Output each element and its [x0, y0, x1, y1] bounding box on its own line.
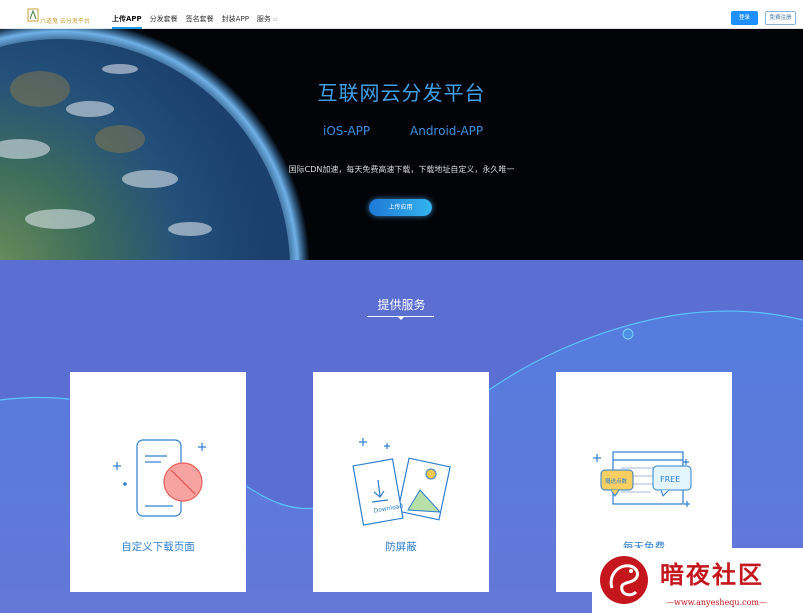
anti-block-icon: Download: [352, 438, 451, 526]
watermark: 暗夜社区 —www.anyeshequ.com—: [592, 548, 803, 613]
nav-item-distribution-plans[interactable]: 分发套餐: [150, 14, 178, 28]
daily-free-icon: 赠送点数 FREE: [593, 451, 692, 507]
login-button[interactable]: 登录: [731, 11, 758, 25]
custom-page-icon: [113, 439, 206, 517]
nav-item-services-label: 服务: [256, 15, 271, 23]
watermark-text: 暗夜社区: [660, 560, 764, 589]
services-title: 提供服务: [377, 298, 426, 312]
android-app-link[interactable]: Android-APP: [410, 124, 483, 138]
card-label-custom-page: 自定义下载页面: [121, 541, 195, 553]
nav-item-upload-app[interactable]: 上传APP: [112, 14, 142, 29]
watermark-url: —www.anyeshequ.com—: [666, 598, 768, 607]
ios-app-link[interactable]: iOS-APP: [323, 124, 370, 138]
logo-text[interactable]: 六道鬼 云分发平台: [40, 16, 90, 25]
hero-title: 互联网云分发平台: [317, 81, 486, 105]
nav-item-signing-plans[interactable]: 签名套餐: [186, 14, 214, 28]
register-button[interactable]: 免费注册: [765, 11, 796, 25]
hero-description: 国际CDN加速，每天免费高速下载，下载地址自定义，永久唯一: [288, 165, 515, 174]
caret-down-icon: [397, 316, 405, 320]
top-nav-bar: 六道鬼 云分发平台 上传APP 分发套餐 签名套餐 封装APP 服务 ▫ 登录 …: [0, 0, 803, 29]
earth-image: [0, 29, 310, 260]
main-nav: 上传APP 分发套餐 签名套餐 封装APP 服务 ▫: [112, 14, 285, 29]
nav-item-services[interactable]: 服务 ▫: [257, 14, 277, 28]
bonus-points-text: 赠送点数: [605, 477, 628, 485]
upload-app-button[interactable]: 上传应用: [369, 199, 432, 216]
service-card-custom-page[interactable]: 自定义下载页面: [70, 372, 246, 592]
free-text: FREE: [660, 475, 680, 484]
service-card-anti-block[interactable]: Download 防屏蔽: [313, 372, 489, 592]
nav-item-package-app[interactable]: 封装APP: [222, 14, 249, 28]
hero-banner: 互联网云分发平台 iOS-APP Android-APP 国际CDN加速，每天免…: [0, 29, 803, 260]
card-label-anti-block: 防屏蔽: [385, 541, 417, 553]
chevron-down-icon: ▫: [273, 16, 278, 23]
dragon-logo-icon: [600, 556, 648, 604]
logo-icon[interactable]: [27, 7, 39, 23]
